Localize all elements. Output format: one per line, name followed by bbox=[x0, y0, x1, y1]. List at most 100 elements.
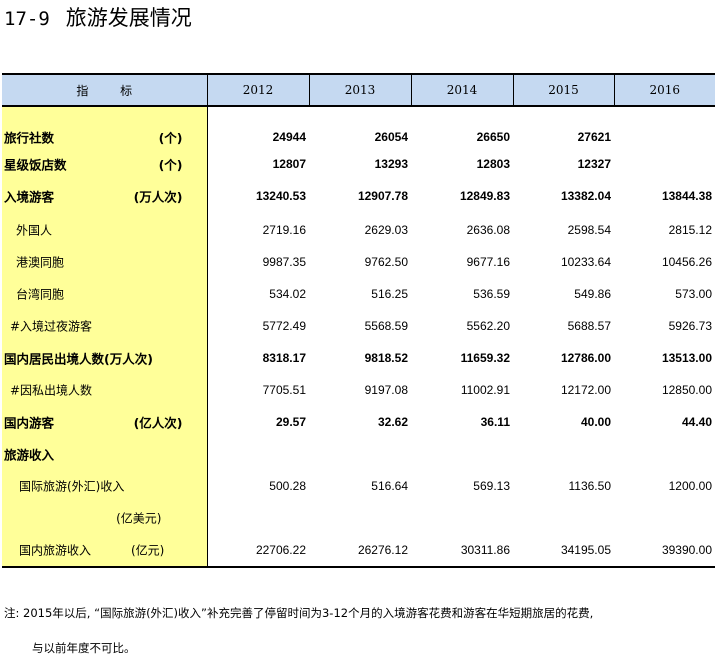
row-label-cell: 旅行社数 (个) bbox=[2, 123, 208, 150]
cell-2013: 32.62 bbox=[377, 415, 408, 429]
footnote-line-1: 注: 2015年以后, “国际旅游(外汇)收入”补充完善了停留时间为3-12个月… bbox=[4, 606, 594, 620]
header-year-2016: 2016 bbox=[613, 73, 715, 107]
row-intl-revenue: 国际旅游(外汇)收入 500.28 516.64 569.13 1136.50 1200.… bbox=[2, 470, 715, 502]
row-hk-macao: 港澳同胞 9987.35 9762.50 9677.16 10233.64 10456.2… bbox=[2, 246, 715, 278]
row-private-outbound: #因私出境人数 7705.51 9197.08 11002.91 12172.00 128… bbox=[2, 374, 715, 406]
cell-2014: 30311.86 bbox=[411, 534, 513, 568]
cell-2016: 2815.12 bbox=[668, 223, 712, 237]
cell-2014: 12803 bbox=[476, 156, 510, 171]
cell-2013: 9762.50 bbox=[364, 255, 408, 269]
cell-2013: 5568.59 bbox=[364, 319, 408, 333]
cell-2013 bbox=[309, 502, 411, 534]
row-label-cell: 台湾同胞 bbox=[2, 278, 208, 310]
cell-2016 bbox=[614, 150, 715, 177]
row-domestic-visitors: 国内游客 (亿人次) 29.57 32.62 36.11 40.00 44.40 bbox=[2, 406, 715, 438]
row-label: 外国人 bbox=[16, 223, 53, 238]
cell-2015: 27621 bbox=[577, 129, 611, 144]
cell-2014: 9677.16 bbox=[466, 255, 510, 269]
header-year-2012: 2012 bbox=[206, 73, 309, 107]
cell-2012: 534.02 bbox=[269, 287, 306, 301]
row-unit: (亿人次) bbox=[133, 415, 183, 431]
cell-2013: 13293 bbox=[374, 156, 408, 171]
cell-2012: 9987.35 bbox=[262, 255, 306, 269]
cell-2013 bbox=[309, 438, 411, 470]
row-star-hotels: 星级饭店数 (个) 12807 13293 12803 12327 bbox=[2, 150, 715, 177]
cell-2012: 8318.17 bbox=[262, 351, 306, 365]
cell-2015: 549.86 bbox=[574, 287, 611, 301]
cell-2016: 573.00 bbox=[675, 287, 712, 301]
cell-2016: 13513.00 bbox=[661, 351, 712, 365]
row-label: 入境游客 bbox=[4, 189, 55, 204]
row-tourism-revenue: 旅游收入 bbox=[2, 438, 715, 470]
cell-2014: 11659.32 bbox=[460, 351, 510, 365]
header-indicator: 指 标 bbox=[2, 73, 207, 107]
row-unit: (亿元) bbox=[131, 543, 165, 558]
row-label: 国内旅游收入 bbox=[19, 543, 92, 558]
cell-2013: 2629.03 bbox=[364, 223, 408, 237]
cell-2014: 12849.83 bbox=[459, 188, 510, 203]
cell-2015: 1136.50 bbox=[568, 479, 612, 493]
cell-2016: 12850.00 bbox=[661, 383, 712, 397]
cell-2013: 12907.78 bbox=[357, 188, 408, 203]
cell-2015: 12172.00 bbox=[560, 383, 611, 397]
cell-2014: 5562.20 bbox=[466, 319, 510, 333]
row-label: #因私出境人数 bbox=[10, 383, 93, 398]
row-label-cell: 入境游客 (万人次) bbox=[2, 177, 208, 214]
row-label: 旅行社数 bbox=[4, 130, 55, 145]
cell-2016 bbox=[614, 502, 715, 534]
row-label-cell: (亿美元) bbox=[2, 502, 208, 534]
cell-2016: 1200.00 bbox=[668, 479, 712, 493]
row-label-cell: 星级饭店数 (个) bbox=[2, 150, 208, 177]
cell-2014: 26650 bbox=[476, 129, 510, 144]
cell-2016 bbox=[614, 123, 715, 150]
cell-2015 bbox=[513, 438, 614, 470]
cell-2015: 5688.57 bbox=[567, 319, 611, 333]
row-label-cell: 国内居民出境人数(万人次) bbox=[2, 342, 208, 374]
header-year-2013: 2013 bbox=[308, 73, 411, 107]
row-label-cell: 外国人 bbox=[2, 214, 208, 246]
table-title: 旅游发展情况 bbox=[65, 6, 192, 30]
cell-2013: 9197.08 bbox=[364, 383, 408, 397]
tourism-stats-table: 指 标 2012 2013 2014 2015 2016 旅行社数 (个) 2494… bbox=[2, 73, 715, 568]
cell-2015: 12786.00 bbox=[560, 351, 611, 365]
row-label-cell: 旅游收入 bbox=[2, 438, 208, 470]
row-unit: (个) bbox=[158, 157, 183, 172]
row-overnight-inbound: #入境过夜游客 5772.49 5568.59 5562.20 5688.57 5926.… bbox=[2, 310, 715, 342]
table-number: 17-9 bbox=[4, 8, 50, 30]
cell-2016 bbox=[614, 438, 715, 470]
cell-2012: 13240.53 bbox=[255, 188, 306, 203]
cell-2015: 10233.64 bbox=[560, 255, 611, 269]
cell-2012: 22706.22 bbox=[207, 534, 309, 568]
cell-2015: 40.00 bbox=[580, 415, 611, 429]
row-label-cell: #因私出境人数 bbox=[2, 374, 208, 406]
row-travel-agencies: 旅行社数 (个) 24944 26054 26650 27621 bbox=[2, 123, 715, 150]
row-label: 星级饭店数 bbox=[4, 157, 67, 172]
header-year-2015: 2015 bbox=[512, 73, 614, 107]
row-label-cell: 国际旅游(外汇)收入 bbox=[2, 470, 208, 502]
cell-2012 bbox=[207, 502, 309, 534]
cell-2012: 7705.51 bbox=[262, 383, 306, 397]
cell-2016: 39390.00 bbox=[614, 534, 715, 568]
cell-2013: 516.64 bbox=[371, 479, 408, 493]
cell-2015 bbox=[513, 502, 614, 534]
cell-2015: 12327 bbox=[577, 156, 611, 171]
row-foreigners: 外国人 2719.16 2629.03 2636.08 2598.54 2815.12 bbox=[2, 214, 715, 246]
row-label: 台湾同胞 bbox=[16, 287, 65, 302]
row-label: 旅游收入 bbox=[4, 447, 55, 463]
cell-2016: 5926.73 bbox=[668, 319, 712, 333]
row-label-cell: #入境过夜游客 bbox=[2, 310, 208, 342]
row-label-cell: 国内旅游收入 (亿元) bbox=[2, 534, 208, 568]
row-label-cell: 国内游客 (亿人次) bbox=[2, 406, 208, 438]
cell-2013: 9818.52 bbox=[364, 351, 408, 365]
cell-2014 bbox=[411, 438, 513, 470]
cell-2012: 12807 bbox=[272, 156, 306, 171]
cell-2013: 26276.12 bbox=[309, 534, 411, 568]
cell-2014: 11002.91 bbox=[460, 383, 510, 397]
row-label: #入境过夜游客 bbox=[10, 319, 93, 334]
row-label: 港澳同胞 bbox=[16, 255, 65, 270]
header-row: 指 标 2012 2013 2014 2015 2016 bbox=[2, 73, 715, 107]
cell-2016: 10456.26 bbox=[661, 255, 712, 269]
row-taiwan: 台湾同胞 534.02 516.25 536.59 549.86 573.00 bbox=[2, 278, 715, 310]
cell-2013: 516.25 bbox=[371, 287, 408, 301]
footnote-line-2: 与以前年度不可比。 bbox=[32, 641, 136, 655]
